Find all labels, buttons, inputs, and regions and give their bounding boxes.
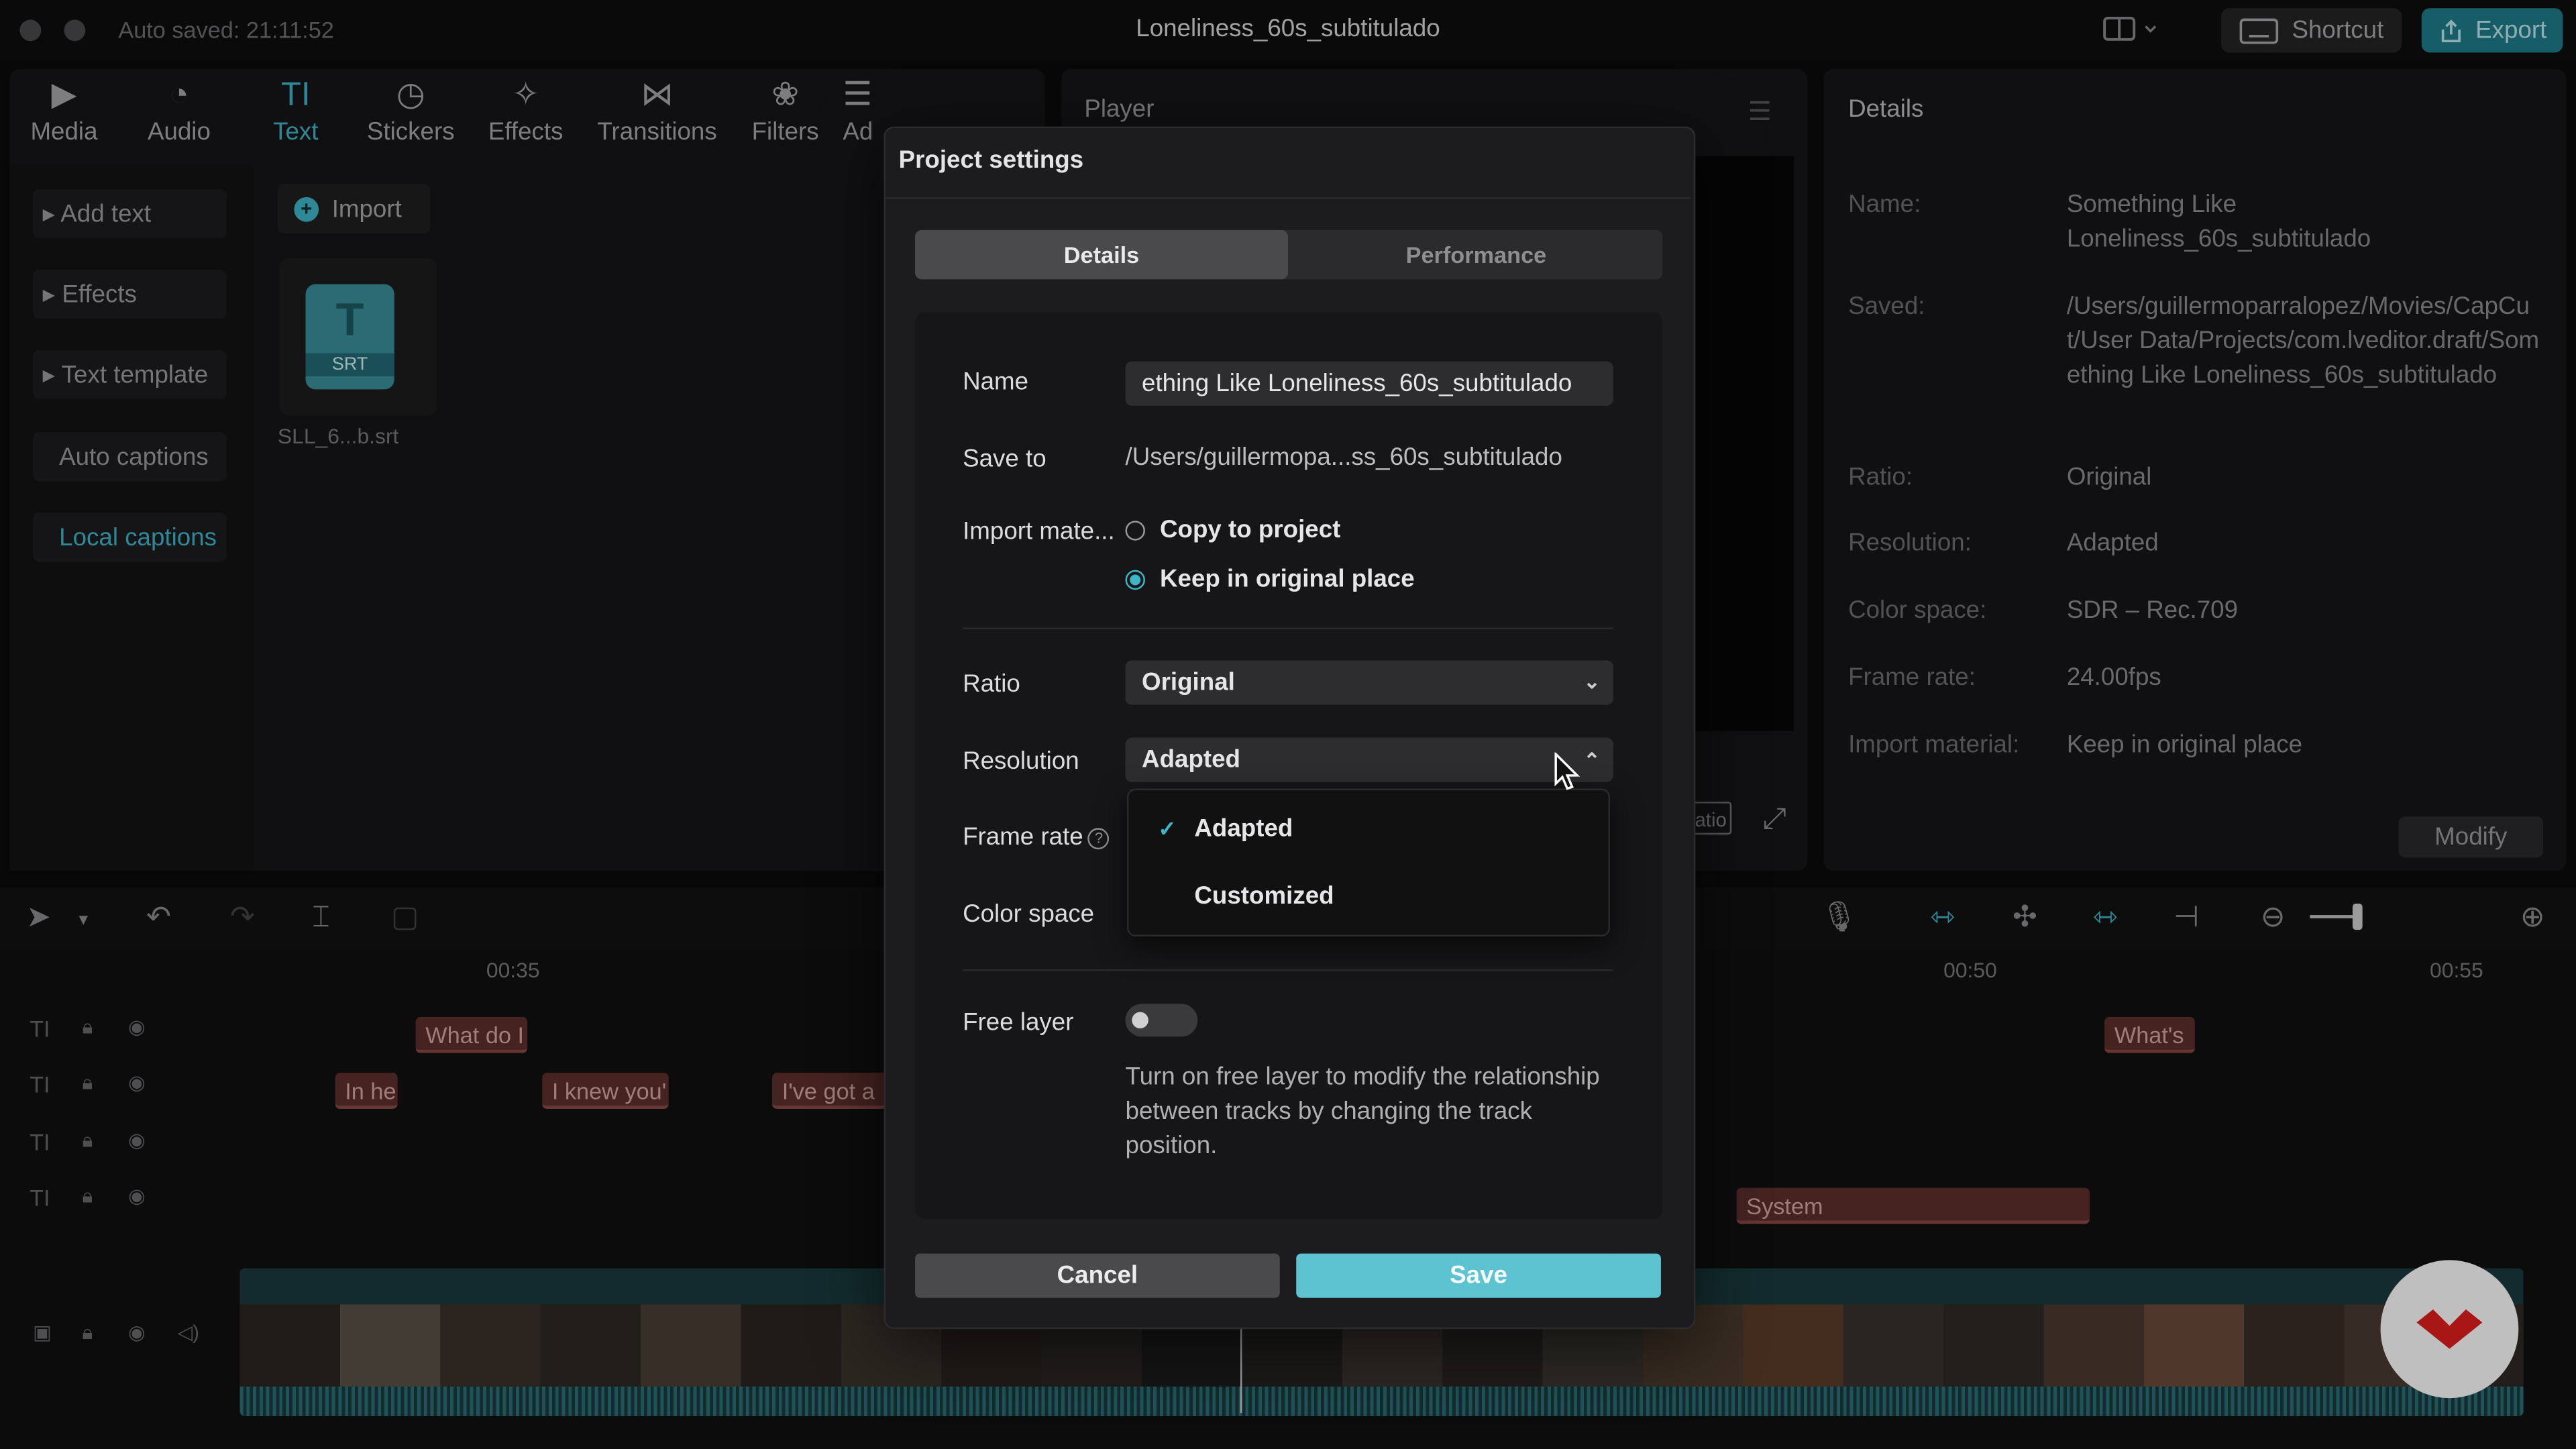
chevron-down-icon: ⌄ <box>1583 670 1601 694</box>
option-label: Customized <box>1194 882 1334 910</box>
free-layer-description: Turn on free layer to modify the relatio… <box>1125 1063 1600 1160</box>
name-label: Name <box>963 368 1029 396</box>
saveto-label: Save to <box>963 445 1046 474</box>
color-space-label: Color space <box>963 900 1095 928</box>
saveto-path: /Users/guillermopa...ss_60s_subtitulado <box>1125 443 1562 472</box>
divider <box>963 969 1613 971</box>
free-layer-toggle[interactable] <box>1125 1004 1198 1037</box>
copy-to-project-label[interactable]: Copy to project <box>1160 516 1340 544</box>
resolution-select[interactable]: Adapted ⌃ <box>1125 737 1613 782</box>
save-button[interactable]: Save <box>1296 1253 1661 1298</box>
dialog-title: Project settings <box>898 146 1084 174</box>
keep-original-label[interactable]: Keep in original place <box>1160 565 1415 593</box>
settings-form: Name ething Like Loneliness_60s_subtitul… <box>915 312 1663 1220</box>
resolution-option-adapted[interactable]: ✓ Adapted <box>1128 797 1608 863</box>
toggle-knob <box>1132 1012 1148 1029</box>
project-settings-dialog: Project settings Details Performance Nam… <box>883 126 1696 1330</box>
resolution-value: Adapted <box>1142 745 1240 774</box>
import-material-label: Import mate... <box>963 517 1115 546</box>
help-icon[interactable]: ? <box>1088 827 1110 849</box>
chevron-up-icon: ⌃ <box>1583 749 1601 773</box>
option-label: Adapted <box>1194 814 1293 843</box>
divider <box>963 627 1613 629</box>
project-name-input[interactable]: ething Like Loneliness_60s_subtitulado <box>1125 361 1613 406</box>
frame-rate-label: Frame rate? <box>963 823 1110 851</box>
divider <box>885 197 1691 199</box>
free-layer-label: Free layer <box>963 1008 1074 1037</box>
mouse-cursor-icon <box>1552 751 1582 800</box>
dialog-tabs: Details Performance <box>915 229 1663 280</box>
resolution-option-customized[interactable]: Customized <box>1128 864 1608 930</box>
resolution-dropdown: ✓ Adapted Customized <box>1127 788 1611 936</box>
radio-keep-original[interactable] <box>1125 570 1145 590</box>
resolution-label: Resolution <box>963 747 1079 775</box>
ratio-label: Ratio <box>963 670 1020 698</box>
frame-rate-text: Frame rate <box>963 822 1083 851</box>
tab-performance[interactable]: Performance <box>1289 230 1662 279</box>
check-icon: ✓ <box>1158 816 1177 841</box>
cancel-button[interactable]: Cancel <box>915 1253 1280 1298</box>
ratio-select[interactable]: Original ⌄ <box>1125 660 1613 705</box>
tab-details[interactable]: Details <box>915 229 1289 280</box>
radio-copy-to-project[interactable] <box>1125 521 1145 541</box>
ratio-value: Original <box>1142 668 1235 697</box>
